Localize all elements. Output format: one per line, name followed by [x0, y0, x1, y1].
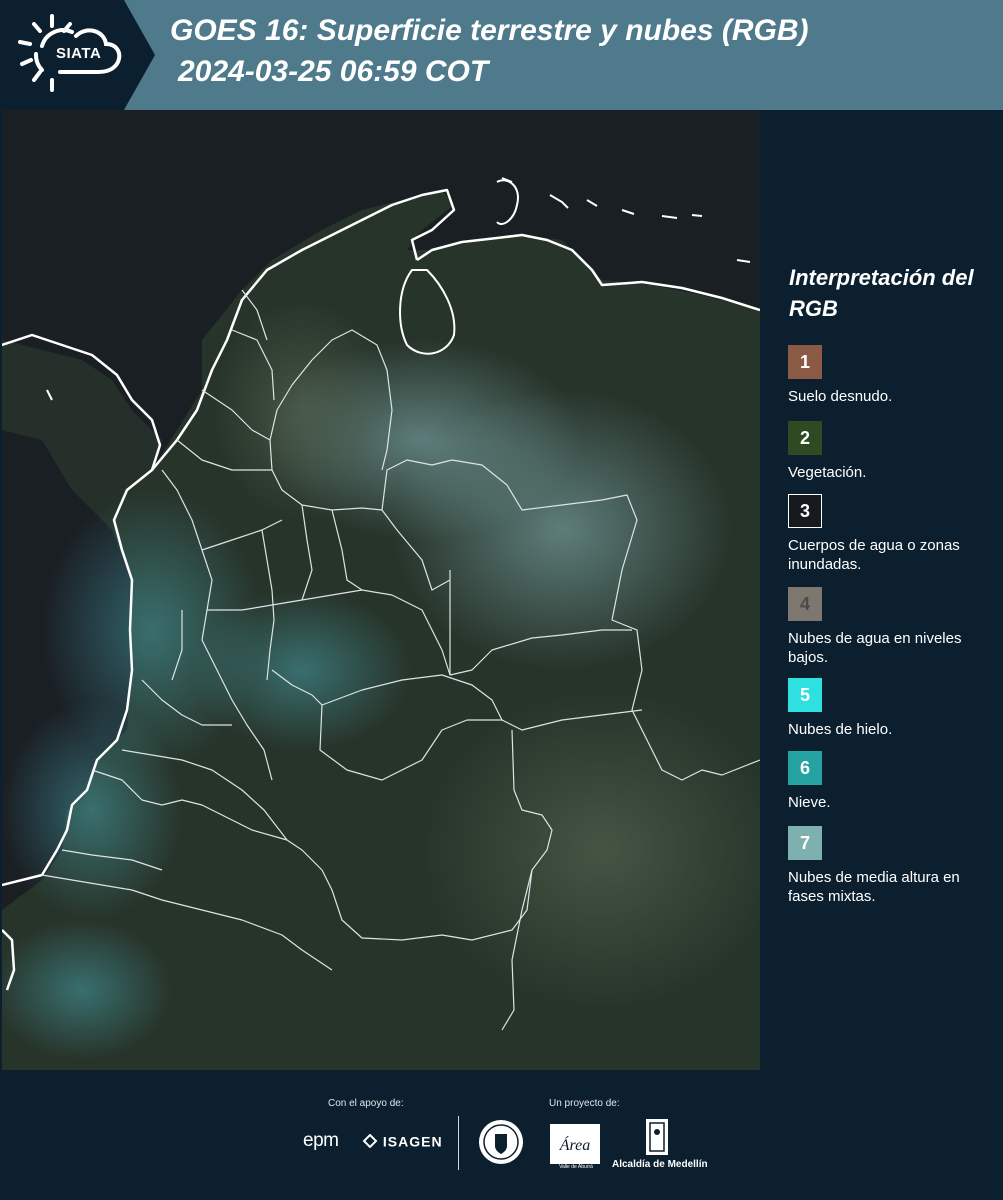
- legend-label-6: Nieve.: [788, 794, 831, 811]
- legend-item-4: 4 Nubes de agua en niveles bajos.: [788, 587, 993, 667]
- legend-item-2: 2 Vegetación.: [788, 421, 993, 482]
- isagen-label: ISAGEN: [382, 1133, 443, 1150]
- metro-caption: METROPOLITANA Valle de Aburrá: [554, 1158, 598, 1170]
- legend-item-1: 1 Suelo desnudo.: [788, 345, 993, 406]
- legend-swatch-1: 1: [788, 345, 822, 379]
- university-seal-icon[interactable]: [477, 1118, 525, 1166]
- support-label: Con el apoyo de:: [328, 1098, 404, 1109]
- legend-item-7: 7 Nubes de media altura en fases mixtas.: [788, 826, 993, 906]
- legend-swatch-2: 2: [788, 421, 822, 455]
- legend-swatch-6: 6: [788, 751, 822, 785]
- legend-item-3: 3 Cuerpos de agua o zonas inundadas.: [788, 494, 993, 574]
- legend-label-5: Nubes de hielo.: [788, 721, 893, 738]
- map-canvas: [2, 110, 760, 1070]
- logo-text: SIATA: [56, 45, 102, 62]
- legend-swatch-7: 7: [788, 826, 822, 860]
- page-timestamp: 2024-03-25 06:59 COT: [178, 55, 489, 88]
- siata-logo[interactable]: SIATA: [0, 0, 155, 110]
- legend-swatch-5: 5: [788, 678, 822, 712]
- isagen-mark-icon: [362, 1133, 378, 1149]
- footer-divider: [458, 1116, 459, 1170]
- legend-label-1: Suelo desnudo.: [788, 388, 893, 405]
- page-title: GOES 16: Superficie terrestre y nubes (R…: [170, 14, 809, 47]
- satellite-map[interactable]: [2, 110, 760, 1070]
- legend-item-6: 6 Nieve.: [788, 751, 993, 812]
- legend-label-3: Cuerpos de agua o zonas inundadas.: [788, 537, 960, 573]
- legend-swatch-3: 3: [788, 494, 822, 528]
- footer: Con el apoyo de: Un proyecto de: epm ISA…: [0, 1070, 1003, 1200]
- legend-label-4: Nubes de agua en niveles bajos.: [788, 630, 962, 666]
- legend-title: Interpretación del RGB: [789, 265, 974, 321]
- epm-logo[interactable]: epm: [303, 1130, 339, 1152]
- header: SIATA GOES 16: Superficie terrestre y nu…: [0, 0, 1003, 110]
- legend-label-7: Nubes de media altura en fases mixtas.: [788, 869, 960, 905]
- isagen-logo[interactable]: ISAGEN: [362, 1132, 443, 1149]
- legend-swatch-4: 4: [788, 587, 822, 621]
- alcaldia-label: Alcaldía de Medellín: [612, 1159, 708, 1170]
- legend-item-5: 5 Nubes de hielo.: [788, 678, 993, 739]
- svg-text:Área: Área: [559, 1135, 591, 1154]
- project-label: Un proyecto de:: [549, 1098, 620, 1109]
- alcaldia-shield-icon[interactable]: [645, 1118, 669, 1158]
- legend-label-2: Vegetación.: [788, 464, 867, 481]
